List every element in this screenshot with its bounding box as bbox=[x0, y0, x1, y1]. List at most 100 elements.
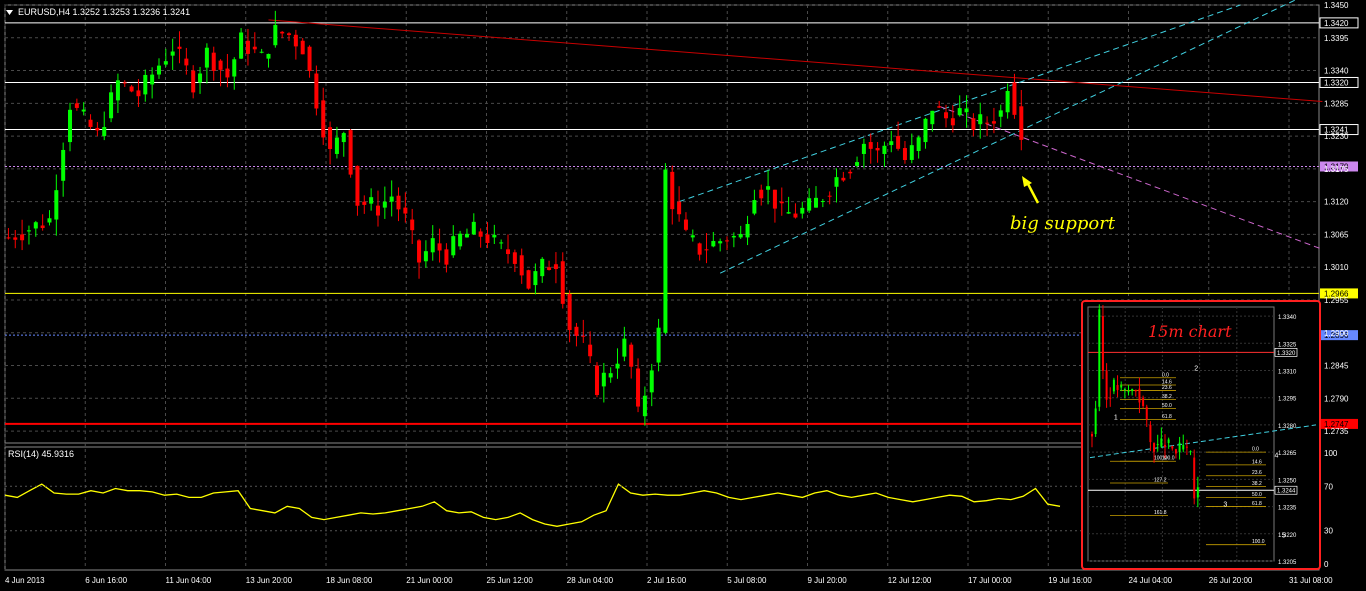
x-tick-label: 26 Jul 20:00 bbox=[1209, 576, 1253, 585]
candle-body bbox=[307, 46, 312, 71]
x-tick-label: 2 Jul 16:00 bbox=[647, 576, 687, 585]
candle-body bbox=[766, 186, 771, 190]
candle-body bbox=[560, 261, 565, 304]
candle-body bbox=[649, 370, 654, 393]
inset-y-tick: 1.3250 bbox=[1278, 478, 1297, 484]
candle-body bbox=[95, 127, 100, 131]
candle-body bbox=[786, 212, 791, 214]
candle-body bbox=[731, 235, 736, 238]
candle-body bbox=[567, 294, 572, 331]
inset-y-tick: 1.3205 bbox=[1278, 560, 1297, 566]
candle-body bbox=[273, 24, 278, 46]
candle-body bbox=[506, 249, 511, 255]
candle-body bbox=[540, 258, 545, 277]
candle-body bbox=[718, 241, 723, 244]
candle-body bbox=[451, 236, 456, 256]
candle-body bbox=[1156, 444, 1159, 446]
candle-body bbox=[122, 82, 127, 84]
candle-body bbox=[6, 237, 11, 239]
candle-body bbox=[1178, 442, 1181, 453]
candle-body bbox=[889, 141, 894, 146]
candle-body bbox=[143, 74, 148, 95]
candle-body bbox=[471, 221, 476, 235]
candle-body bbox=[150, 74, 155, 85]
candle-body bbox=[478, 231, 483, 237]
candle-body bbox=[855, 162, 860, 166]
inset-15m-chart: 1.3340 1.3325 1.3310 1.3295 1.3280 1.3265 1.32… bbox=[1081, 300, 1321, 570]
candle-body bbox=[259, 51, 264, 53]
candle-body bbox=[1189, 451, 1192, 453]
chart-canvas: 1.34201.33201.32411.31791.29661.28961.27… bbox=[4, 0, 1359, 585]
candle-body bbox=[300, 40, 305, 55]
candle-body bbox=[629, 344, 634, 367]
candle-body bbox=[807, 198, 812, 211]
x-tick-label: 21 Jun 00:00 bbox=[406, 576, 453, 585]
fib-level-label: 127.2 bbox=[1154, 477, 1167, 483]
candle-body bbox=[991, 121, 996, 124]
candle-body bbox=[417, 240, 422, 263]
candle-body bbox=[129, 86, 134, 92]
candle-body bbox=[909, 145, 914, 160]
candle-body bbox=[115, 80, 120, 101]
candle-body bbox=[204, 47, 209, 68]
candle-body bbox=[287, 33, 292, 36]
candle-body bbox=[1196, 487, 1199, 498]
candle-body bbox=[533, 271, 538, 286]
candle-body bbox=[1153, 443, 1156, 452]
y-tick-label: 1.3065 bbox=[1324, 230, 1349, 239]
candle-body bbox=[683, 219, 688, 230]
candle-body bbox=[464, 233, 469, 238]
candle-body bbox=[382, 201, 387, 208]
candle-body bbox=[109, 92, 114, 119]
candle-body bbox=[615, 363, 620, 369]
candle-body bbox=[403, 207, 408, 214]
candle-body bbox=[670, 171, 675, 210]
chart-menu-arrow-icon[interactable] bbox=[6, 10, 13, 15]
fib-level-label: 100.0 bbox=[1252, 539, 1265, 545]
candle-body bbox=[198, 73, 203, 83]
big-support-label: big support bbox=[1010, 213, 1116, 234]
candle-body bbox=[362, 201, 367, 205]
candle-body bbox=[1120, 385, 1123, 388]
candle-body bbox=[1138, 388, 1141, 403]
candle-body bbox=[375, 205, 380, 216]
x-tick-label: 12 Jul 12:00 bbox=[888, 576, 932, 585]
candle-body bbox=[793, 213, 798, 218]
x-tick-label: 28 Jun 04:00 bbox=[567, 576, 614, 585]
candle-body bbox=[396, 195, 401, 210]
symbol-header: EURUSD,H4 1.3252 1.3253 1.3236 1.3241 bbox=[18, 7, 190, 17]
rsi-line bbox=[4, 483, 1061, 527]
wave-label: 4 bbox=[1275, 453, 1279, 460]
candle-body bbox=[61, 149, 66, 181]
candle-body bbox=[677, 201, 682, 215]
main-candles bbox=[6, 10, 1024, 426]
candle-body bbox=[547, 267, 552, 270]
candle-body bbox=[738, 234, 743, 238]
candle-body bbox=[102, 126, 107, 137]
rsi-tick-label: 100 bbox=[1324, 449, 1338, 458]
candle-body bbox=[772, 189, 777, 209]
candle-body bbox=[1105, 370, 1108, 400]
fib-level-label: 61.8 bbox=[1162, 414, 1172, 420]
y-tick-label: 1.3230 bbox=[1324, 132, 1349, 141]
candle-body bbox=[341, 133, 346, 143]
candle-body bbox=[1116, 385, 1119, 391]
candle-body bbox=[964, 108, 969, 113]
wave-label: 3 bbox=[1223, 502, 1227, 509]
candle-body bbox=[1185, 446, 1188, 448]
candle-body bbox=[553, 264, 558, 270]
x-tick-label: 5 Jul 08:00 bbox=[727, 576, 767, 585]
candle-body bbox=[656, 327, 661, 363]
candle-body bbox=[800, 207, 805, 214]
wave-label: 2 bbox=[1194, 366, 1198, 373]
candle-body bbox=[170, 51, 175, 56]
x-tick-label: 18 Jun 08:00 bbox=[326, 576, 373, 585]
candle-body bbox=[1134, 389, 1137, 392]
candle-body bbox=[225, 68, 230, 78]
candle-body bbox=[601, 372, 606, 387]
candle-body bbox=[492, 234, 497, 238]
candle-body bbox=[622, 338, 627, 357]
candle-body bbox=[328, 127, 333, 149]
candle-body bbox=[437, 243, 442, 251]
candle-body bbox=[704, 249, 709, 251]
